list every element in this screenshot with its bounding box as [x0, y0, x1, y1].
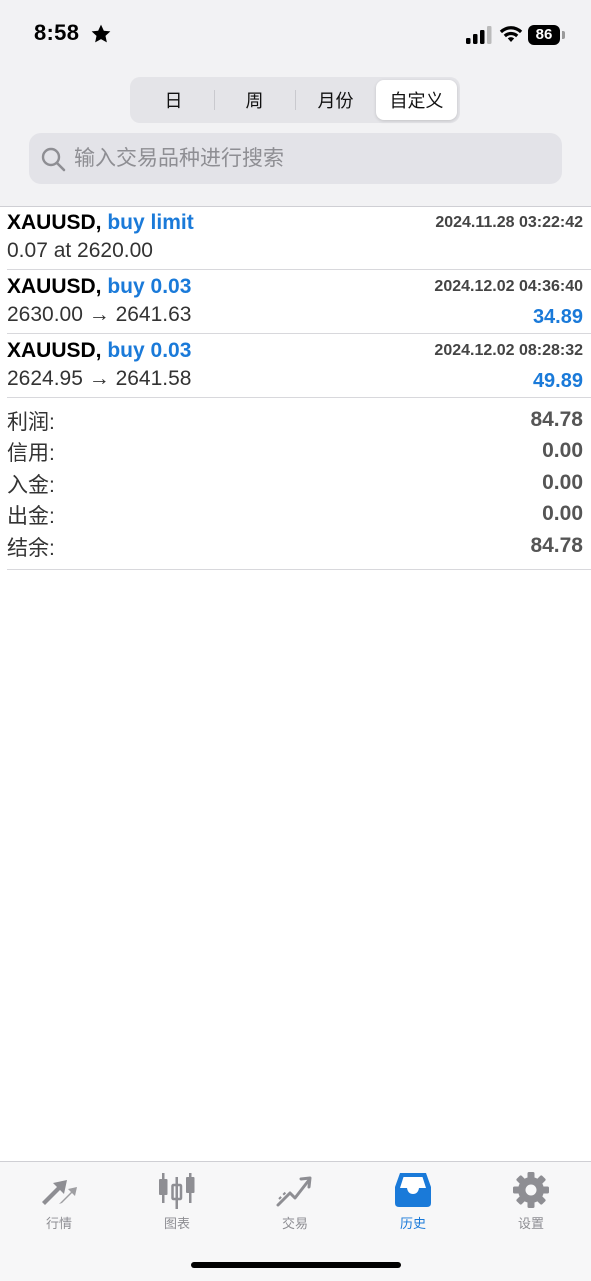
status-time: 8:58: [34, 20, 80, 45]
order-detail: 0.07 at 2620.00: [7, 239, 153, 262]
summary-label: 结余:: [7, 536, 55, 560]
search-input[interactable]: [72, 145, 562, 172]
summary-label: 入金:: [7, 473, 55, 497]
history-inbox-icon: [393, 1170, 433, 1210]
tab-week[interactable]: 周: [214, 80, 295, 120]
home-indicator[interactable]: [191, 1262, 401, 1268]
order-profit: 49.89: [532, 370, 583, 392]
tab-quotes[interactable]: 行情: [0, 1170, 118, 1232]
order-time: 2024.12.02 04:36:40: [434, 278, 583, 295]
summary-row-profit: 利润: 84.78: [0, 404, 591, 435]
tab-label: 交易: [281, 1216, 308, 1231]
order-direction: buy limit: [107, 211, 194, 234]
history-row[interactable]: XAUUSD, buy limit 2024.11.28 03:22:42 0.…: [0, 206, 591, 270]
trade-trend-icon: [275, 1170, 315, 1210]
summary-label: 利润:: [7, 411, 55, 434]
order-profit: 34.89: [532, 306, 583, 328]
order-title: XAUUSD, buy 0.03: [7, 339, 191, 363]
summary-label: 信用:: [7, 442, 55, 466]
divider: [7, 569, 591, 570]
cellular-signal-icon: [466, 26, 492, 44]
summary-value: 84.78: [530, 408, 583, 431]
summary-value: 84.78: [530, 533, 583, 557]
search-icon: [40, 146, 66, 172]
order-title: XAUUSD, buy limit: [7, 211, 194, 235]
battery-indicator: 86: [528, 25, 560, 45]
summary-row-balance: 结余: 84.78: [0, 530, 591, 561]
order-detail: 2624.95 → 2641.58: [7, 367, 192, 390]
tab-history[interactable]: 历史: [354, 1170, 472, 1232]
history-row[interactable]: XAUUSD, buy 0.03 2024.12.02 08:28:32 262…: [0, 334, 591, 398]
order-symbol: XAUUSD,: [7, 339, 102, 362]
tab-label: 历史: [399, 1216, 426, 1231]
history-row[interactable]: XAUUSD, buy 0.03 2024.12.02 04:36:40 263…: [0, 270, 591, 334]
order-direction: buy 0.03: [107, 275, 192, 298]
tab-custom[interactable]: 自定义: [376, 80, 457, 120]
star-icon: [91, 24, 111, 43]
tab-month[interactable]: 月份: [295, 80, 376, 120]
tab-day[interactable]: 日: [133, 80, 214, 120]
summary-label: 出金:: [7, 505, 55, 529]
order-time: 2024.12.02 08:28:32: [434, 342, 583, 359]
summary-value: 0.00: [542, 439, 583, 463]
battery-nub: [562, 31, 565, 39]
order-time: 2024.11.28 03:22:42: [435, 214, 583, 231]
summary-section: 利润: 84.78 信用: 0.00 入金: 0.00 出金: 0.00 结余:…: [0, 404, 591, 561]
summary-value: 0.00: [542, 502, 583, 526]
period-segmented-control: 日 周 月份 自定义: [130, 77, 460, 123]
tab-label: 设置: [517, 1216, 544, 1231]
tab-label: 图表: [163, 1216, 190, 1231]
tab-chart[interactable]: 图表: [118, 1170, 236, 1232]
gear-icon: [512, 1170, 550, 1210]
candlestick-chart-icon: [157, 1170, 197, 1210]
order-symbol: XAUUSD,: [7, 211, 102, 234]
order-title: XAUUSD, buy 0.03: [7, 275, 191, 299]
order-direction: buy 0.03: [107, 339, 192, 362]
tab-settings[interactable]: 设置: [472, 1170, 590, 1232]
search-bar: [29, 133, 562, 184]
order-detail: 2630.00 → 2641.63: [7, 303, 192, 326]
summary-value: 0.00: [542, 470, 583, 494]
summary-row-withdrawal: 出金: 0.00: [0, 498, 591, 529]
order-symbol: XAUUSD,: [7, 275, 102, 298]
wifi-icon: [499, 26, 523, 42]
tab-trade[interactable]: 交易: [236, 1170, 354, 1232]
summary-row-deposit: 入金: 0.00: [0, 467, 591, 498]
summary-row-credit: 信用: 0.00: [0, 435, 591, 466]
quotes-arrows-icon: [39, 1170, 79, 1210]
tab-label: 行情: [45, 1216, 72, 1231]
